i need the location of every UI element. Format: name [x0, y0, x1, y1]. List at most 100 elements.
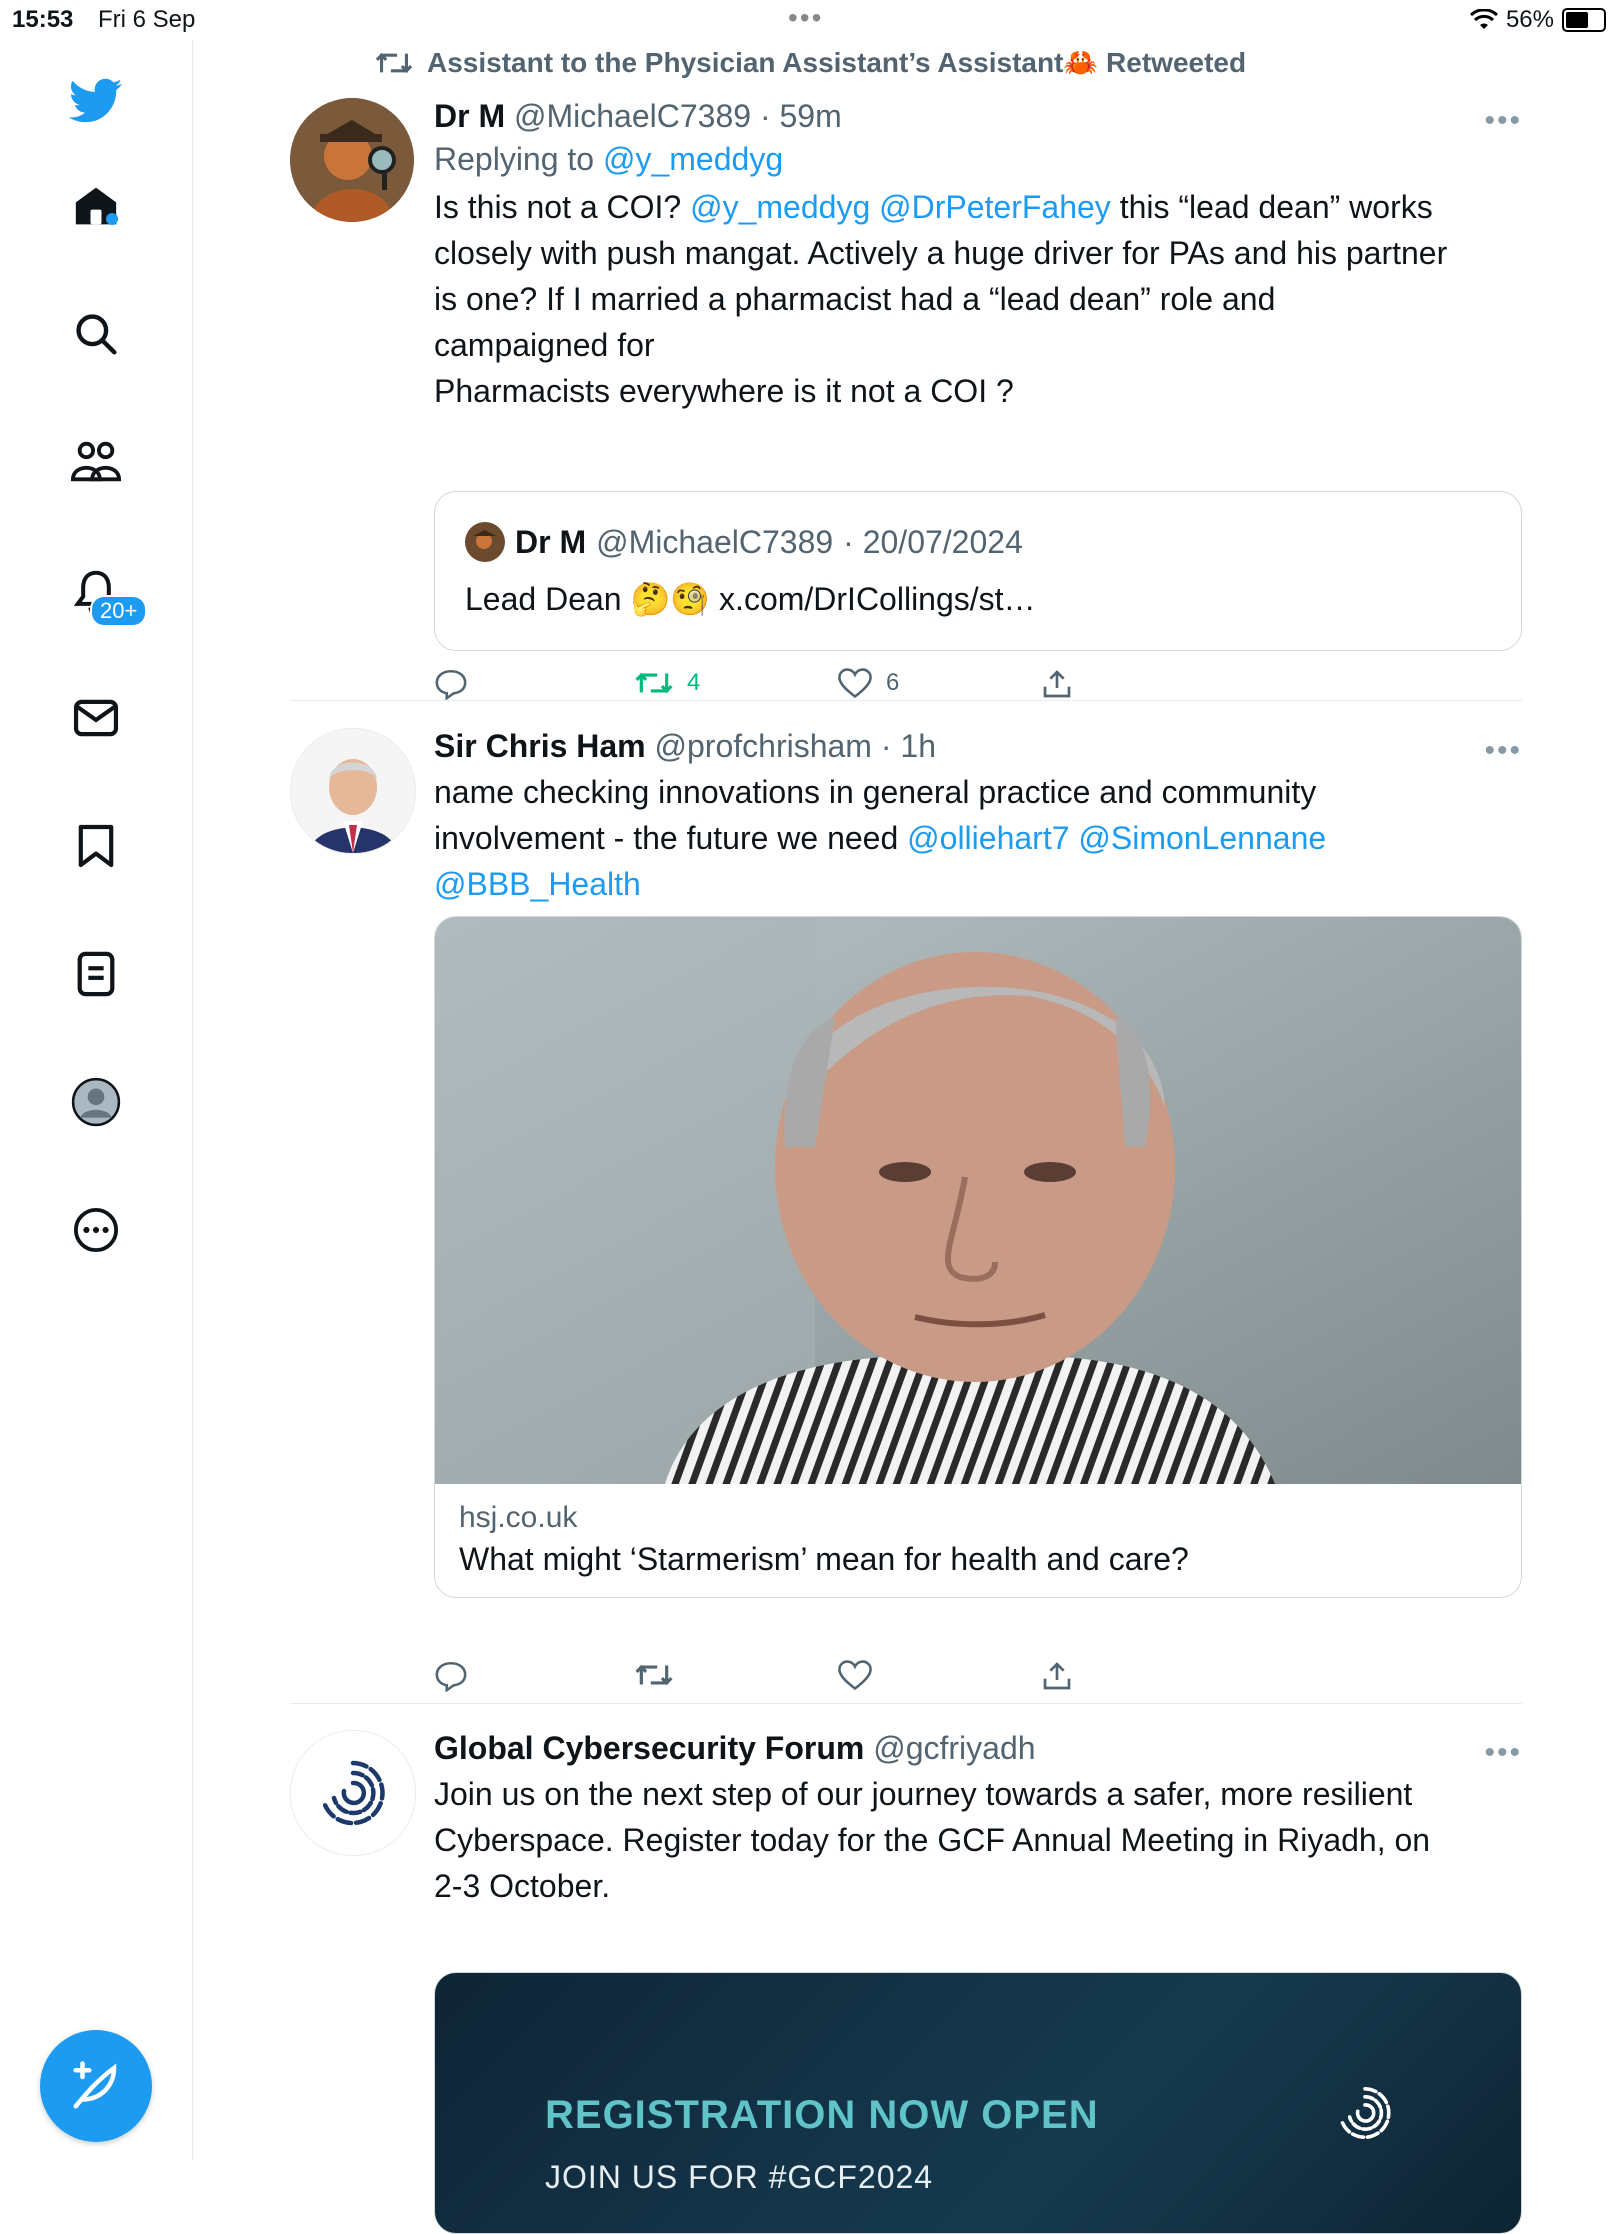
like-button[interactable]	[838, 1660, 872, 1690]
more-icon[interactable]	[60, 1194, 132, 1266]
share-button[interactable]	[1041, 1660, 1073, 1692]
tweet-text-line: this “lead dean” works	[1110, 189, 1433, 225]
sidebar: 20+	[0, 40, 193, 2160]
share-button[interactable]	[1041, 668, 1073, 700]
tweet-text-line: is one? If I married a pharmacist had a …	[434, 281, 1276, 317]
heart-icon	[838, 668, 872, 698]
tweet-text: Join us on the next step of our journey …	[434, 1771, 1522, 1909]
profile-icon[interactable]	[60, 1066, 132, 1138]
tweet-text-line: Pharmacists everywhere is it not a COI ?	[434, 373, 1014, 409]
retweet-context[interactable]: Assistant to the Physician Assistant’s A…	[375, 46, 1246, 79]
tweet-text-line: Join us on the next step of our journey …	[434, 1776, 1413, 1812]
avatar[interactable]	[290, 1730, 416, 1856]
quoted-timestamp: · 20/07/2024	[843, 523, 1023, 560]
timestamp[interactable]: · 1h	[881, 728, 936, 764]
like-button[interactable]: 6	[838, 668, 899, 698]
mention-link[interactable]: @SimonLennane	[1078, 820, 1326, 856]
tweet[interactable]: Dr M @MichaelC7389 · 59m ••• Replying to…	[290, 98, 1522, 718]
tweet-text-line: Is this not a COI?	[434, 189, 691, 225]
lists-icon[interactable]	[60, 938, 132, 1010]
handle[interactable]: @gcfriyadh	[873, 1730, 1035, 1766]
wifi-icon	[1469, 9, 1498, 29]
handle[interactable]: @MichaelC7389	[514, 98, 751, 134]
share-icon	[1043, 670, 1071, 698]
promo-headline: REGISTRATION NOW OPEN	[545, 2093, 1099, 2137]
tweet[interactable]: Global Cybersecurity Forum @gcfriyadh ••…	[290, 1730, 1522, 2234]
reply-button[interactable]	[434, 668, 468, 700]
tweet-text-line: involvement - the future we need	[434, 820, 908, 856]
quoted-tweet-header: Dr M @MichaelC7389 · 20/07/2024	[465, 522, 1023, 562]
reply-button[interactable]	[434, 1660, 468, 1692]
compose-tweet-button[interactable]	[40, 2030, 152, 2142]
link-card-domain: hsj.co.uk	[459, 1501, 578, 1534]
tweet-more-icon[interactable]: •••	[1484, 1736, 1522, 1770]
gcf-logo-icon	[1340, 2086, 1391, 2139]
link-card-image	[435, 917, 1521, 1484]
reply-icon	[435, 669, 467, 700]
multitasking-dots-icon[interactable]: •••	[788, 2, 823, 34]
handle[interactable]: @profchrisham	[655, 728, 872, 764]
tweet-more-icon[interactable]: •••	[1484, 734, 1522, 768]
promo-subline: JOIN US FOR #GCF2024	[545, 2159, 934, 2195]
status-bar: 15:53 Fri 6 Sep ••• 56%	[0, 0, 1620, 40]
mention-link[interactable]: @y_meddyg	[690, 189, 870, 225]
clock: 15:53	[12, 6, 74, 33]
quoted-handle: @MichaelC7389	[596, 523, 834, 560]
home-icon[interactable]	[60, 170, 132, 242]
tweet-text-line: name checking innovations in general pra…	[434, 774, 1317, 810]
like-count: 6	[886, 669, 900, 696]
retweet-count: 4	[687, 669, 701, 696]
display-name[interactable]: Sir Chris Ham	[434, 728, 646, 764]
tweet-header: Global Cybersecurity Forum @gcfriyadh	[434, 1730, 1522, 1767]
twitter-logo[interactable]	[60, 65, 132, 137]
retweet-icon	[635, 1664, 673, 1686]
tweet-header: Dr M @MichaelC7389 · 59m	[434, 98, 1522, 135]
tweet-text: name checking innovations in general pra…	[434, 769, 1522, 907]
retweet-context-text: Assistant to the Physician Assistant’s A…	[427, 47, 1247, 78]
search-icon[interactable]	[60, 298, 132, 370]
communities-icon[interactable]	[60, 426, 132, 498]
retweet-button[interactable]	[635, 1660, 673, 1690]
tweet-more-icon[interactable]: •••	[1484, 104, 1522, 138]
date: Fri 6 Sep	[98, 6, 196, 33]
avatar[interactable]	[290, 728, 416, 854]
display-name[interactable]: Dr M	[434, 98, 505, 134]
battery-percent: 56%	[1505, 6, 1554, 33]
reply-context: Replying to @y_meddyg	[434, 141, 1522, 178]
tweet[interactable]: Sir Chris Ham @profchrisham · 1h ••• nam…	[290, 728, 1522, 1698]
reply-prefix: Replying to	[434, 141, 595, 177]
heart-icon	[838, 1660, 872, 1690]
avatar[interactable]	[290, 98, 414, 222]
quoted-avatar	[465, 522, 505, 562]
mention-link[interactable]: @olliehart7	[907, 820, 1069, 856]
tweet-text-line: Cyberspace. Register today for the GCF A…	[434, 1822, 1431, 1858]
promo-image[interactable]: REGISTRATION NOW OPEN JOIN US FOR #GCF20…	[434, 1972, 1522, 2234]
tweet-text-line: 2-3 October.	[434, 1868, 611, 1904]
quoted-tweet[interactable]: Dr M @MichaelC7389 · 20/07/2024 Lead Dea…	[434, 491, 1522, 651]
bookmark-icon[interactable]	[60, 810, 132, 882]
notification-badge: 20+	[90, 595, 148, 627]
quoted-display-name: Dr M	[515, 523, 587, 560]
divider	[290, 700, 1522, 701]
tweet-text-line: campaigned for	[434, 327, 655, 363]
tweet-text: Is this not a COI? @y_meddyg @DrPeterFah…	[434, 184, 1522, 414]
messages-icon[interactable]	[60, 682, 132, 754]
reply-mention-link[interactable]: @y_meddyg	[603, 141, 783, 177]
mention-link[interactable]: @DrPeterFahey	[879, 189, 1111, 225]
display-name[interactable]: Global Cybersecurity Forum	[434, 1730, 864, 1766]
tweet-text-line: closely with push mangat. Actively a hug…	[434, 235, 1448, 271]
status-right: 56%	[1469, 6, 1606, 34]
retweet-icon	[635, 672, 673, 694]
battery-icon	[1562, 8, 1606, 32]
link-card[interactable]: hsj.co.uk What might ‘Starmerism’ mean f…	[434, 916, 1522, 1598]
timestamp[interactable]: · 59m	[760, 98, 842, 134]
mention-link[interactable]: @BBB_Health	[434, 866, 641, 902]
quoted-tweet-text: Lead Dean 🤔🧐 x.com/DrICollings/st…	[465, 581, 1036, 617]
tweet-header: Sir Chris Ham @profchrisham · 1h	[434, 728, 1522, 765]
compose-feather-icon	[73, 2061, 117, 2109]
retweet-icon	[375, 52, 413, 73]
retweet-button[interactable]: 4	[635, 668, 700, 698]
divider	[290, 1703, 1522, 1704]
home-unread-dot	[106, 213, 118, 225]
link-card-title: What might ‘Starmerism’ mean for health …	[459, 1541, 1189, 1577]
